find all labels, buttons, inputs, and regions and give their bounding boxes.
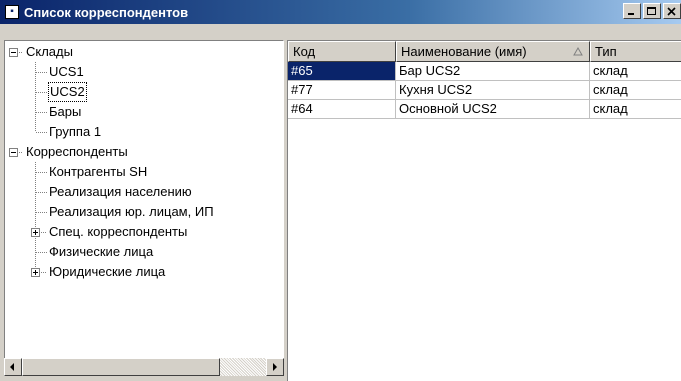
collapse-icon[interactable] [9, 48, 18, 57]
column-header-label: Наименование (имя) [401, 44, 527, 59]
close-icon [667, 7, 676, 16]
collapse-icon[interactable] [9, 148, 18, 157]
tree-connector [36, 72, 47, 73]
cell-name[interactable]: Бар UCS2 [396, 62, 590, 81]
tree-node[interactable]: Спец. корреспонденты [5, 222, 283, 242]
tree-node-label: Бары [49, 104, 82, 119]
column-header-label: Тип [595, 44, 617, 59]
tree-node[interactable]: UCS2 [5, 82, 283, 102]
tree-node[interactable]: Склады [5, 42, 283, 62]
tree-connector [35, 122, 36, 132]
arrow-left-icon [10, 363, 14, 371]
cell-type[interactable]: склад [590, 81, 681, 100]
cell-code[interactable]: #64 [288, 100, 396, 119]
grid-header: Код Наименование (имя) Тип [288, 41, 681, 62]
tree-node[interactable]: Реализация населению [5, 182, 283, 202]
cell-name[interactable]: Основной UCS2 [396, 100, 590, 119]
column-header-name[interactable]: Наименование (имя) [396, 41, 590, 62]
horizontal-scrollbar[interactable] [4, 358, 284, 376]
scroll-left-button[interactable] [4, 358, 22, 376]
tree-node[interactable]: Юридические лица [5, 262, 283, 282]
minimize-button[interactable] [623, 3, 641, 19]
correspondents-window: ▪ Список корреспондентов Склады UCS1 UCS2 Б… [0, 0, 681, 381]
tree-node[interactable]: Контрагенты SH [5, 162, 283, 182]
window-title: Список корреспондентов [24, 4, 189, 20]
scroll-right-button[interactable] [266, 358, 284, 376]
tree-node[interactable]: Группа 1 [5, 122, 283, 142]
tree-node-label: Физические лица [49, 244, 154, 259]
tree-node-label: Реализация населению [49, 184, 192, 199]
column-header-type[interactable]: Тип [590, 41, 681, 62]
cell-name[interactable]: Кухня UCS2 [396, 81, 590, 100]
tree-node-label: Спец. корреспонденты [49, 224, 188, 239]
tree-connector [41, 232, 47, 233]
expand-icon[interactable] [31, 228, 40, 237]
tree-node[interactable]: UCS1 [5, 62, 283, 82]
tree-connector [36, 212, 47, 213]
scroll-thumb[interactable] [22, 358, 220, 376]
tree-connector [36, 92, 47, 93]
expand-icon[interactable] [31, 268, 40, 277]
tree-connector [36, 172, 47, 173]
cell-code[interactable]: #77 [288, 81, 396, 100]
table-row[interactable]: #65 Бар UCS2 склад [288, 62, 681, 81]
tree-connector [36, 112, 47, 113]
minimize-icon [628, 13, 634, 15]
tree-node[interactable]: Реализация юр. лицам, ИП [5, 202, 283, 222]
title-bar[interactable]: ▪ Список корреспондентов [0, 0, 681, 24]
cell-code[interactable]: #65 [288, 62, 396, 81]
tree-node-label: Склады [26, 44, 73, 59]
tree-node[interactable]: Бары [5, 102, 283, 122]
tree-connector [36, 252, 47, 253]
tree-connector [36, 192, 47, 193]
tree-node-label: Реализация юр. лицам, ИП [49, 204, 214, 219]
table-row[interactable]: #77 Кухня UCS2 склад [288, 81, 681, 100]
maximize-button[interactable] [643, 3, 661, 19]
cell-type[interactable]: склад [590, 100, 681, 119]
tree-connector [19, 152, 23, 153]
tree-connector [19, 52, 23, 53]
tree-node[interactable]: Физические лица [5, 242, 283, 262]
scroll-track[interactable] [220, 358, 266, 376]
tree-node-label: Корреспонденты [26, 144, 128, 159]
tree-node-label: Группа 1 [49, 124, 102, 139]
column-header-code[interactable]: Код [288, 41, 396, 62]
correspondents-grid[interactable]: Код Наименование (имя) Тип #65 Бар UCS2 ск… [287, 40, 681, 381]
column-header-label: Код [293, 44, 316, 59]
document-icon[interactable]: ▪ [5, 5, 19, 19]
sort-ascending-icon [573, 47, 583, 56]
tree-node-label: Контрагенты SH [49, 164, 148, 179]
tree-connector [36, 132, 47, 133]
close-button[interactable] [663, 3, 681, 19]
maximize-icon [647, 7, 656, 15]
tree-connector [41, 272, 47, 273]
tree-node-label: Юридические лица [49, 264, 166, 279]
tree-view[interactable]: Склады UCS1 UCS2 Бары Группа 1 Корреспонденты… [4, 40, 284, 376]
tree-node-label: UCS2 [48, 82, 87, 102]
table-row[interactable]: #64 Основной UCS2 склад [288, 100, 681, 119]
arrow-right-icon [273, 363, 277, 371]
cell-type[interactable]: склад [590, 62, 681, 81]
tree-node[interactable]: Корреспонденты [5, 142, 283, 162]
tree-node-label: UCS1 [49, 64, 84, 79]
